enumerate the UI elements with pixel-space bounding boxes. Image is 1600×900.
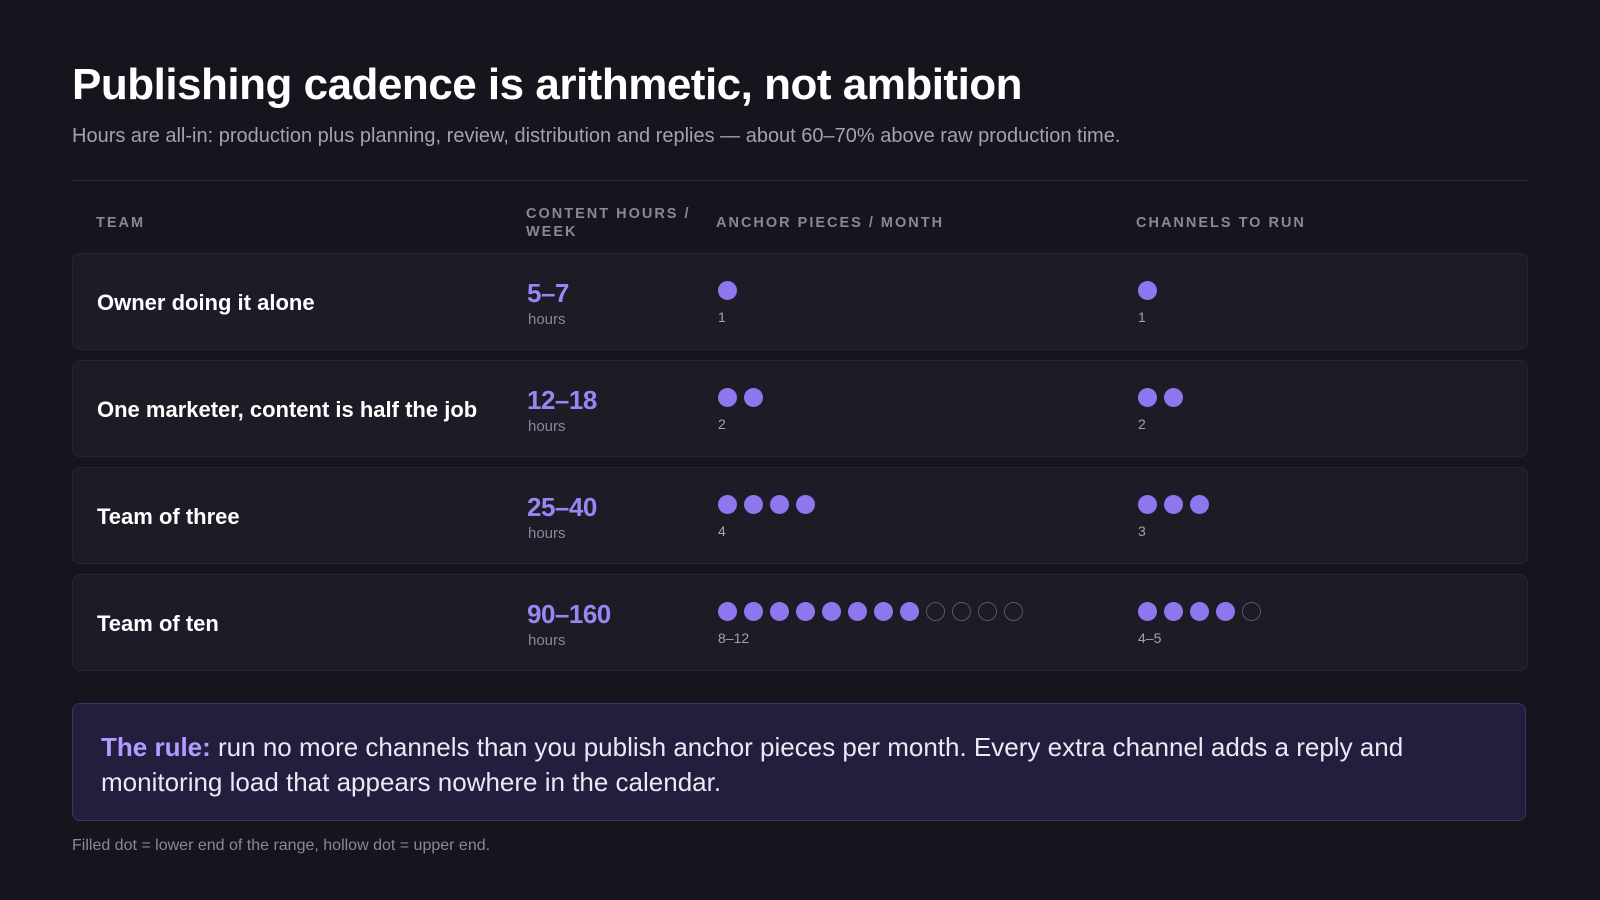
anchor-count-label: 2 bbox=[718, 416, 726, 432]
filled-dot bbox=[796, 495, 815, 514]
header-divider bbox=[72, 180, 1528, 181]
filled-dot bbox=[1138, 495, 1157, 514]
channel-count-label: 4–5 bbox=[1138, 630, 1162, 646]
filled-dot bbox=[822, 602, 841, 621]
table-row: One marketer, content is half the job 12… bbox=[72, 360, 1528, 457]
filled-dot bbox=[848, 602, 867, 621]
hollow-dot bbox=[978, 602, 997, 621]
hours-unit: hours bbox=[528, 418, 566, 435]
anchor-dots bbox=[718, 602, 1023, 622]
hours-unit: hours bbox=[528, 525, 566, 542]
table-row: Team of three 25–40 hours 4 3 bbox=[72, 467, 1528, 564]
filled-dot bbox=[770, 602, 789, 621]
hollow-dot bbox=[926, 602, 945, 621]
filled-dot bbox=[900, 602, 919, 621]
filled-dot bbox=[744, 602, 763, 621]
filled-dot bbox=[1138, 281, 1157, 300]
filled-dot bbox=[744, 388, 763, 407]
rule-callout: The rule: run no more channels than you … bbox=[72, 703, 1526, 821]
anchor-count-label: 8–12 bbox=[718, 630, 750, 646]
filled-dot bbox=[1138, 602, 1157, 621]
table-row: Owner doing it alone 5–7 hours 1 1 bbox=[72, 253, 1528, 350]
hours-unit: hours bbox=[528, 632, 566, 649]
hollow-dot bbox=[952, 602, 971, 621]
hollow-dot bbox=[1004, 602, 1023, 621]
rule-lead: The rule: bbox=[101, 732, 211, 762]
anchor-count-label: 1 bbox=[718, 309, 726, 325]
channel-dots bbox=[1138, 495, 1209, 515]
column-header-hours: Content hours / week bbox=[526, 206, 691, 240]
filled-dot bbox=[1216, 602, 1235, 621]
filled-dot bbox=[718, 281, 737, 300]
channel-dots bbox=[1138, 281, 1157, 301]
page-subtitle: Hours are all-in: production plus planni… bbox=[72, 125, 1121, 147]
filled-dot bbox=[1138, 388, 1157, 407]
anchor-dots bbox=[718, 495, 815, 515]
filled-dot bbox=[744, 495, 763, 514]
filled-dot bbox=[718, 495, 737, 514]
channel-count-label: 2 bbox=[1138, 416, 1146, 432]
filled-dot bbox=[1164, 602, 1183, 621]
hours-value: 5–7 bbox=[527, 278, 569, 308]
hours-value: 12–18 bbox=[527, 385, 597, 415]
channel-count-label: 1 bbox=[1138, 309, 1146, 325]
filled-dot bbox=[1164, 388, 1183, 407]
footnote: Filled dot = lower end of the range, hol… bbox=[72, 837, 491, 854]
filled-dot bbox=[770, 495, 789, 514]
filled-dot bbox=[718, 602, 737, 621]
anchor-dots bbox=[718, 388, 763, 408]
hours-value: 25–40 bbox=[527, 492, 597, 522]
filled-dot bbox=[1190, 602, 1209, 621]
rule-text: run no more channels than you publish an… bbox=[101, 732, 1404, 797]
anchor-dots bbox=[718, 281, 737, 301]
team-name: Team of three bbox=[97, 504, 240, 529]
channel-count-label: 3 bbox=[1138, 523, 1146, 539]
hollow-dot bbox=[1242, 602, 1261, 621]
channel-dots bbox=[1138, 602, 1261, 622]
filled-dot bbox=[874, 602, 893, 621]
team-name: Owner doing it alone bbox=[97, 290, 315, 315]
column-header-channels: Channels to run bbox=[1136, 215, 1306, 231]
page-title: Publishing cadence is arithmetic, not am… bbox=[72, 60, 1023, 109]
filled-dot bbox=[1190, 495, 1209, 514]
table-header: Team Content hours / week Anchor pieces … bbox=[72, 205, 1528, 241]
team-name: One marketer, content is half the job bbox=[97, 397, 478, 422]
channel-dots bbox=[1138, 388, 1183, 408]
filled-dot bbox=[1164, 495, 1183, 514]
filled-dot bbox=[718, 388, 737, 407]
column-header-team: Team bbox=[96, 215, 146, 231]
anchor-count-label: 4 bbox=[718, 523, 726, 539]
hours-unit: hours bbox=[528, 311, 566, 328]
hours-value: 90–160 bbox=[527, 599, 611, 629]
team-name: Team of ten bbox=[97, 611, 219, 636]
filled-dot bbox=[796, 602, 815, 621]
table-row: Team of ten 90–160 hours 8–12 4–5 bbox=[72, 574, 1528, 671]
column-header-anchor-pieces: Anchor pieces / month bbox=[716, 215, 945, 231]
